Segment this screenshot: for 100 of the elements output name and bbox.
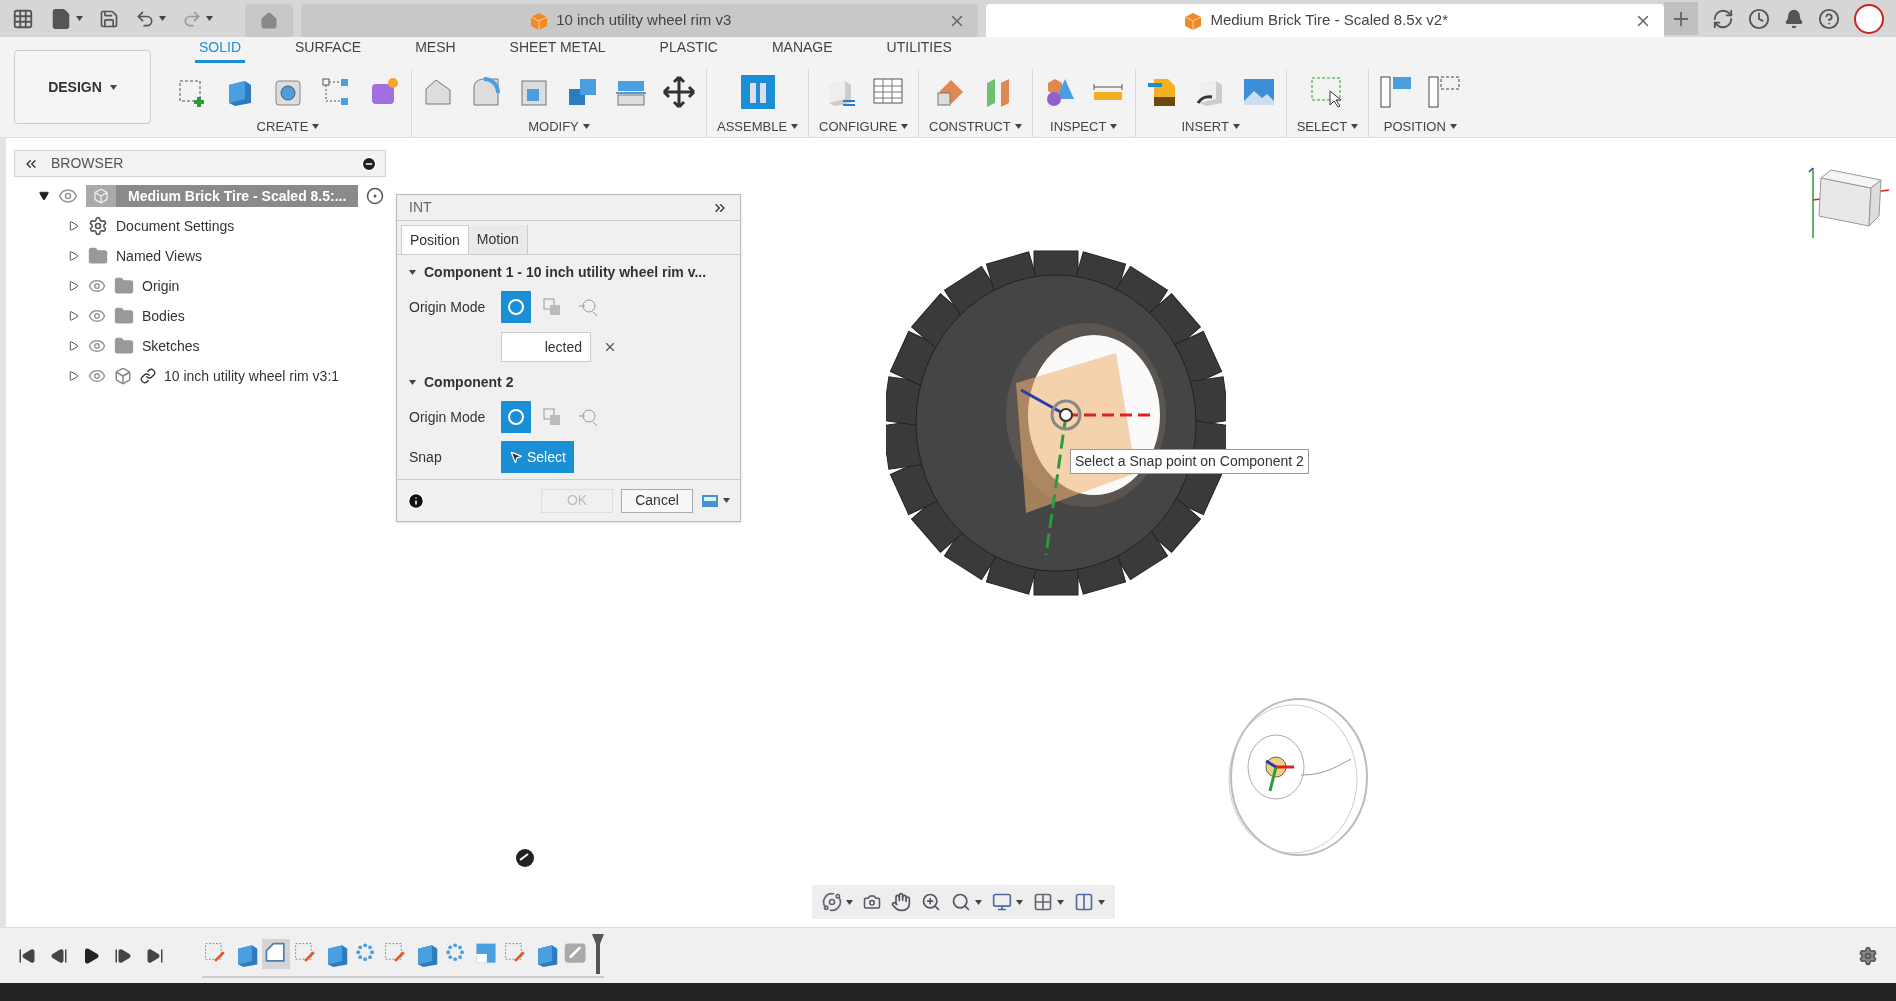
timeline-marker-icon[interactable]: [592, 933, 604, 974]
ribbon-group-menu[interactable]: ASSEMBLE: [717, 117, 799, 137]
caret-icon: [312, 124, 320, 130]
target-icon: [578, 407, 598, 427]
ribbon-tab[interactable]: SHEET METAL: [505, 37, 610, 63]
component-icon: [93, 188, 109, 204]
dialog-title: INT: [409, 198, 432, 217]
skip-forward-icon[interactable]: [146, 946, 164, 965]
workspace-button[interactable]: DESIGN: [14, 50, 151, 124]
field-label: Origin Mode: [409, 407, 487, 427]
home-tab[interactable]: [245, 4, 293, 37]
zoom-icon[interactable]: [921, 892, 941, 912]
dialog-tab[interactable]: Position: [401, 225, 469, 254]
marking-menu-icon[interactable]: [515, 848, 535, 868]
select-button[interactable]: Select: [501, 441, 574, 473]
skip-back-icon[interactable]: [18, 946, 36, 965]
info-icon[interactable]: [407, 491, 425, 510]
viewports-icon[interactable]: [1074, 892, 1094, 912]
section-header[interactable]: Component 1 - 10 inch utility wheel rim v...: [409, 261, 728, 283]
component-icon: [114, 367, 132, 385]
avatar[interactable]: [1854, 3, 1884, 34]
ribbon-group-menu[interactable]: CONSTRUCT: [929, 117, 1022, 137]
orbit-icon[interactable]: [822, 892, 842, 912]
ribbon-tab[interactable]: UTILITIES: [882, 37, 956, 63]
tooltip: Select a Snap point on Component 2: [1070, 449, 1309, 474]
document-title: 10 inch utility wheel rim v3: [556, 10, 732, 31]
activate-icon[interactable]: [366, 187, 385, 205]
ribbon-group-menu[interactable]: SELECT: [1296, 117, 1359, 137]
new-tab-button[interactable]: [1664, 2, 1698, 35]
settings-icon[interactable]: [1858, 945, 1878, 966]
eye-icon[interactable]: [88, 337, 106, 355]
ribbon-group-menu[interactable]: CONFIGURE: [819, 117, 909, 137]
clear-icon[interactable]: [603, 340, 617, 354]
origin-circle-icon: [506, 297, 526, 317]
tree-item[interactable]: Sketches: [142, 335, 200, 357]
ribbon-group-menu[interactable]: POSITION: [1383, 117, 1457, 137]
caret-icon: [1449, 124, 1457, 130]
eye-icon[interactable]: [88, 367, 106, 385]
document-tab[interactable]: Medium Brick Tire - Scaled 8.5x v2*: [986, 4, 1664, 37]
ribbon-group-menu[interactable]: MODIFY: [528, 117, 590, 137]
caret-icon: [109, 84, 117, 90]
origin-mode-button[interactable]: [501, 291, 531, 323]
undo-icon[interactable]: [135, 8, 155, 29]
overlap-squares-icon: [542, 407, 562, 427]
cube-icon: [1184, 11, 1203, 30]
preview-icon[interactable]: [701, 493, 719, 508]
zoom-window-icon[interactable]: [951, 892, 971, 912]
dialog-button[interactable]: Cancel: [621, 488, 693, 513]
timeline-feature[interactable]: [262, 938, 290, 969]
file-icon[interactable]: [50, 7, 72, 30]
caret-icon: [975, 899, 982, 905]
tree-item[interactable]: Bodies: [142, 305, 185, 327]
caret-icon: [1098, 899, 1105, 905]
play-icon[interactable]: [82, 946, 100, 965]
tree-item[interactable]: Document Settings: [116, 215, 235, 237]
clock-icon[interactable]: [1748, 7, 1770, 30]
caret-icon: [582, 124, 590, 130]
eye-icon[interactable]: [88, 277, 106, 295]
help-icon[interactable]: [1818, 7, 1840, 30]
eye-icon[interactable]: [58, 186, 78, 206]
dialog-tab[interactable]: Motion: [468, 225, 528, 254]
ribbon-tab[interactable]: MANAGE: [767, 37, 837, 63]
ribbon-group-menu[interactable]: INSERT: [1181, 117, 1240, 137]
apps-grid-icon[interactable]: [12, 7, 34, 30]
caret-icon: [1351, 124, 1359, 130]
tree-item[interactable]: Origin: [142, 275, 180, 297]
tree-root-label: Medium Brick Tire - Scaled 8.5:...: [127, 186, 348, 206]
align-icon[interactable]: [1379, 75, 1414, 109]
browser-title: BROWSER: [51, 154, 124, 173]
ribbon-tab[interactable]: PLASTIC: [655, 37, 722, 63]
ribbon-group-menu[interactable]: INSPECT: [1050, 117, 1118, 137]
camera-icon[interactable]: [863, 893, 881, 911]
save-icon[interactable]: [99, 8, 119, 29]
ribbon-tab[interactable]: MESH: [411, 37, 460, 63]
move-icon[interactable]: [662, 75, 696, 109]
caret-icon: [901, 124, 909, 130]
origin-mode-button[interactable]: [501, 401, 531, 433]
step-back-icon[interactable]: [50, 946, 68, 965]
origin-circle-icon: [506, 407, 526, 427]
caret-icon: [791, 124, 799, 130]
grid-icon[interactable]: [1033, 892, 1053, 912]
tree-item[interactable]: Named Views: [116, 245, 203, 267]
minimize-icon[interactable]: [361, 155, 377, 172]
eye-icon[interactable]: [88, 307, 106, 325]
selection-field[interactable]: lected: [501, 332, 591, 362]
caret-icon: [159, 16, 166, 21]
notification-icon[interactable]: [1784, 8, 1804, 29]
ribbon-group-menu[interactable]: CREATE: [256, 117, 320, 137]
ribbon-tab[interactable]: SURFACE: [291, 37, 366, 63]
section-header[interactable]: Component 2: [409, 371, 728, 393]
caret-icon: [1110, 124, 1118, 130]
step-forward-icon[interactable]: [114, 946, 132, 965]
joint-icon[interactable]: [740, 75, 775, 109]
document-tab[interactable]: 10 inch utility wheel rim v3: [300, 4, 979, 37]
pan-icon[interactable]: [891, 892, 911, 912]
tree-item[interactable]: 10 inch utility wheel rim v3:1: [164, 365, 340, 387]
expand-triangle-icon[interactable]: [38, 191, 50, 201]
sync-icon[interactable]: [1712, 7, 1734, 30]
display-icon[interactable]: [992, 892, 1012, 912]
align-dashed-icon[interactable]: [1427, 75, 1462, 109]
